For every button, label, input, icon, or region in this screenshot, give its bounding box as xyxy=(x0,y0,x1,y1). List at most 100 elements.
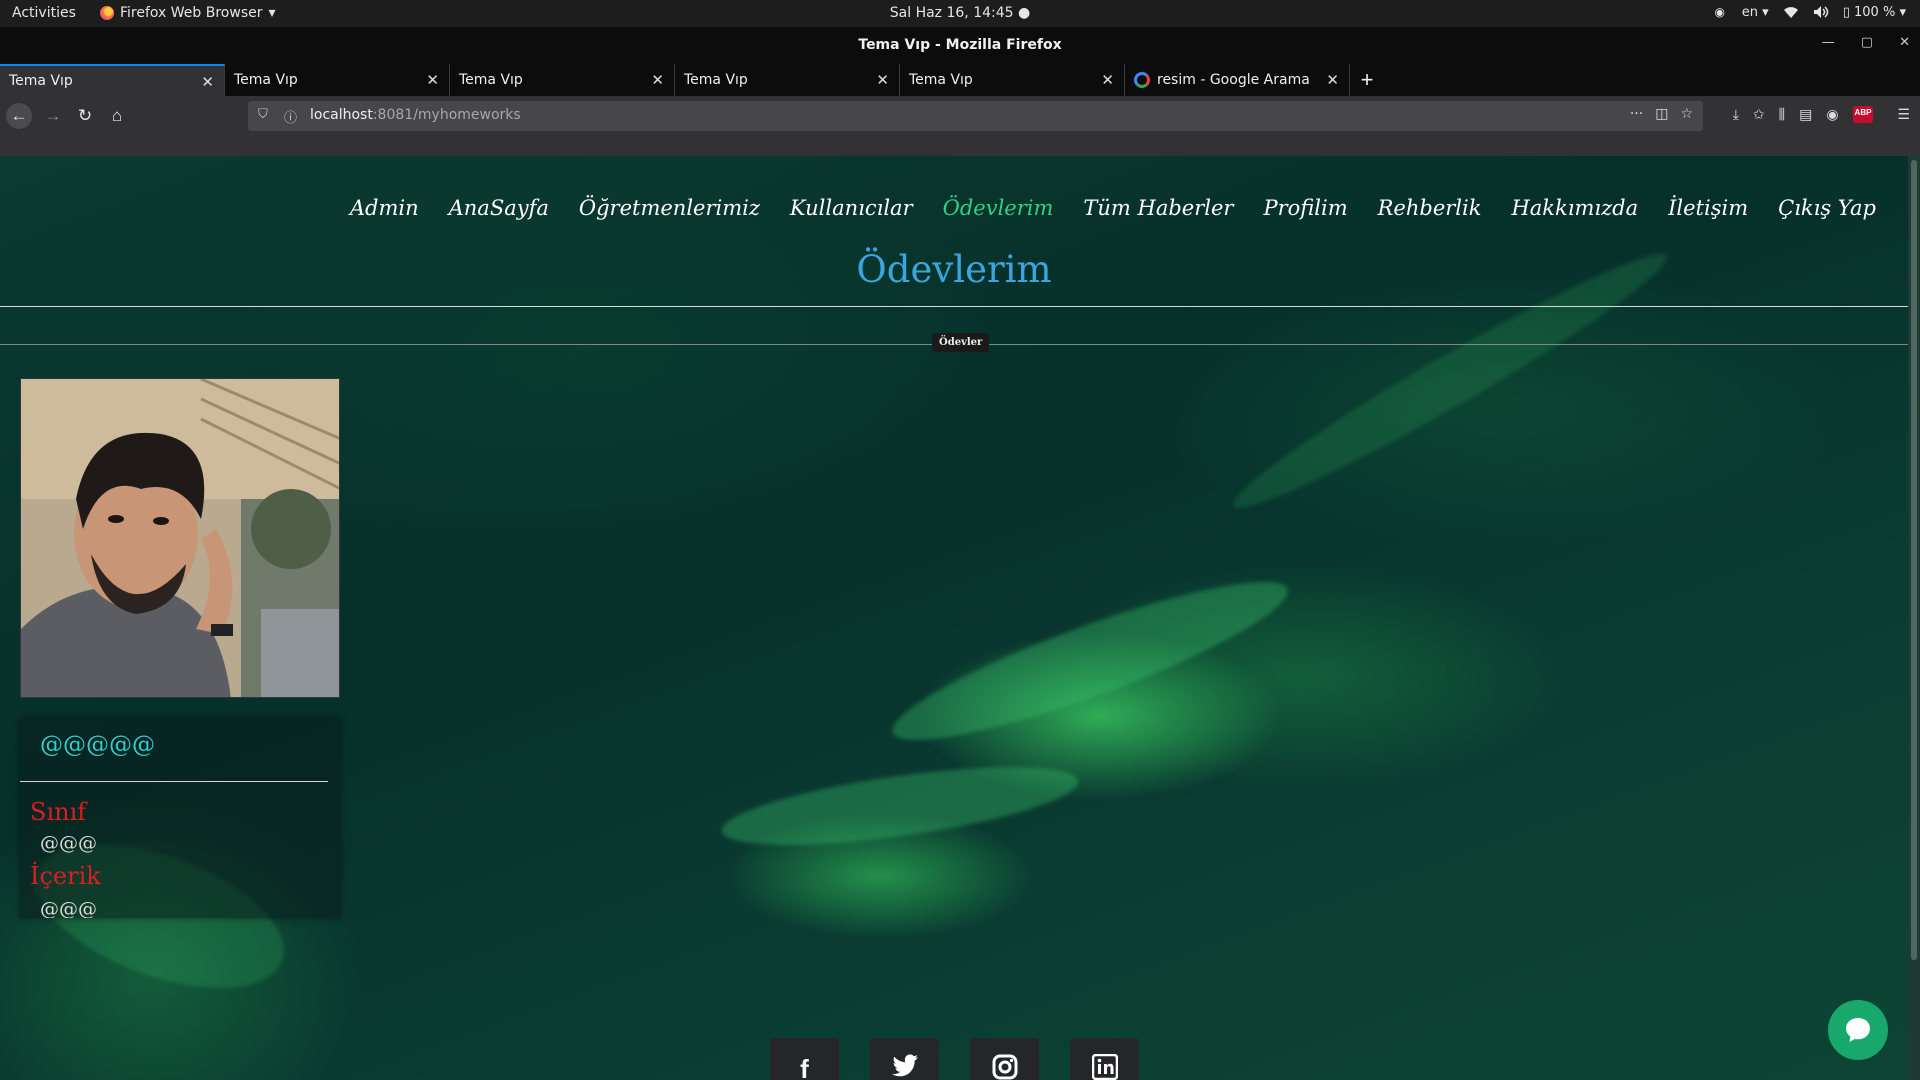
language-label: en xyxy=(1741,4,1759,20)
scrollbar-thumb[interactable] xyxy=(1911,160,1917,960)
web-page: Admin AnaSayfa Öğretmenlerimiz Kullanıcı… xyxy=(0,156,1920,1080)
more-actions-icon[interactable]: ··· xyxy=(1630,106,1643,122)
class-label: Sınıf xyxy=(30,798,87,826)
homework-card: @@@@@ Sınıf @@@ İçerik @@@ xyxy=(20,718,340,918)
nav-homeworks[interactable]: Ödevlerim xyxy=(943,196,1054,220)
navigation-toolbar: ← → ↻ ⌂ ⛉ ⓘ localhost:8081/myhomeworks ·… xyxy=(0,96,1920,136)
app-menu[interactable]: Firefox Web Browser ▾ xyxy=(100,5,276,21)
arrow-left-icon: ← xyxy=(10,106,28,125)
download-icon[interactable]: ⤓ xyxy=(1733,106,1739,123)
address-bar[interactable]: ⛉ ⓘ localhost:8081/myhomeworks ··· ◫ ☆ xyxy=(248,101,1703,131)
window-titlebar: Tema Vıp - Mozilla Firefox — ▢ ✕ xyxy=(0,27,1920,64)
url-host: localhost xyxy=(310,107,373,123)
class-value: @@@ xyxy=(40,832,97,854)
profile-photo xyxy=(20,378,340,698)
forward-button[interactable]: → xyxy=(40,103,66,129)
tab-title: resim - Google Arama xyxy=(1157,72,1310,88)
section-badge: Ödevler xyxy=(932,333,990,352)
menu-icon[interactable]: ☰ xyxy=(1897,106,1910,123)
google-icon xyxy=(1134,72,1150,88)
back-button[interactable]: ← xyxy=(6,103,32,129)
clock-label[interactable]: Sal Haz 16, 14:45 xyxy=(890,5,1014,21)
close-icon[interactable]: ✕ xyxy=(651,71,664,89)
tab-title: Tema Vıp xyxy=(9,73,73,89)
battery-label: 100 % xyxy=(1854,4,1896,20)
nav-guidance[interactable]: Rehberlik xyxy=(1378,196,1482,220)
close-icon[interactable]: ✕ xyxy=(426,71,439,89)
divider xyxy=(0,306,1908,307)
os-top-bar: Activities Firefox Web Browser ▾ Sal Haz… xyxy=(0,0,1920,27)
home-button[interactable]: ⌂ xyxy=(104,103,130,129)
url-path: :8081/myhomeworks xyxy=(372,107,521,123)
adblock-icon[interactable]: ABP xyxy=(1852,106,1874,123)
reload-button[interactable]: ↻ xyxy=(72,103,98,129)
nav-users[interactable]: Kullanıcılar xyxy=(790,196,913,220)
content-label: İçerik xyxy=(30,862,101,890)
app-menu-label: Firefox Web Browser xyxy=(120,5,263,21)
library-icon[interactable]: ⫼ xyxy=(1779,106,1785,123)
close-icon[interactable]: ✕ xyxy=(1326,71,1339,89)
browser-tab[interactable]: Tema Vıp ✕ xyxy=(900,64,1125,96)
arrow-right-icon: → xyxy=(44,106,62,125)
tab-title: Tema Vıp xyxy=(909,72,973,88)
tab-title: Tema Vıp xyxy=(684,72,748,88)
chat-button[interactable] xyxy=(1828,1000,1888,1060)
maximize-icon[interactable]: ▢ xyxy=(1861,35,1873,50)
browser-tab[interactable]: Tema Vıp ✕ xyxy=(0,64,225,96)
new-tab-button[interactable]: + xyxy=(1350,64,1384,96)
facebook-icon[interactable]: f xyxy=(770,1038,839,1080)
background-foliage xyxy=(880,556,1300,766)
nav-all-news[interactable]: Tüm Haberler xyxy=(1083,196,1233,220)
chat-bubble-icon xyxy=(1846,1018,1870,1042)
pocket-icon[interactable]: ◫ xyxy=(1655,106,1668,122)
browser-tab[interactable]: resim - Google Arama ✕ xyxy=(1125,64,1350,96)
background-foliage xyxy=(717,751,1083,861)
site-nav: Admin AnaSayfa Öğretmenlerimiz Kullanıcı… xyxy=(350,196,1876,220)
battery-indicator[interactable]: ▯ 100 % ▾ xyxy=(1843,5,1906,20)
social-links: f xyxy=(770,1038,1139,1080)
account-icon[interactable]: ◉ xyxy=(1826,106,1838,123)
nav-contact[interactable]: İletişim xyxy=(1668,196,1748,220)
nav-logout[interactable]: Çıkış Yap xyxy=(1778,196,1876,220)
volume-icon[interactable] xyxy=(1813,4,1829,20)
bookmark-star-icon[interactable]: ☆ xyxy=(1680,106,1693,122)
instagram-icon[interactable] xyxy=(970,1038,1039,1080)
nav-admin[interactable]: Admin xyxy=(350,196,419,220)
teacher-name: @@@@@ xyxy=(40,732,155,758)
plus-icon: + xyxy=(1360,67,1374,92)
language-indicator[interactable]: en ▾ xyxy=(1742,5,1769,20)
nav-profile[interactable]: Profilim xyxy=(1263,196,1347,220)
linkedin-icon[interactable] xyxy=(1070,1038,1139,1080)
window-controls: — ▢ ✕ xyxy=(1822,35,1910,50)
url-text[interactable]: localhost:8081/myhomeworks xyxy=(310,107,521,123)
sidebar-icon[interactable]: ▤ xyxy=(1799,106,1812,123)
nav-home[interactable]: AnaSayfa xyxy=(449,196,549,220)
firefox-icon xyxy=(100,6,114,20)
twitter-icon[interactable] xyxy=(870,1038,939,1080)
shield-icon[interactable]: ⛉ xyxy=(258,107,268,122)
minimize-icon[interactable]: — xyxy=(1822,35,1835,50)
content-value: @@@ xyxy=(40,898,97,918)
wifi-icon[interactable] xyxy=(1783,4,1799,20)
browser-tab[interactable]: Tema Vıp ✕ xyxy=(450,64,675,96)
system-tray: ◉ en ▾ ▯ 100 % ▾ xyxy=(1712,4,1906,20)
info-icon[interactable]: ⓘ xyxy=(284,107,297,126)
notification-dot-icon: ● xyxy=(1018,5,1031,21)
browser-tab[interactable]: Tema Vıp ✕ xyxy=(225,64,450,96)
nav-about[interactable]: Hakkımızda xyxy=(1511,196,1638,220)
tab-title: Tema Vıp xyxy=(459,72,523,88)
chevron-down-icon: ▾ xyxy=(268,5,276,21)
reading-list-icon[interactable]: ✩ xyxy=(1753,106,1765,123)
activities-button[interactable]: Activities xyxy=(12,5,76,21)
browser-tab[interactable]: Tema Vıp ✕ xyxy=(675,64,900,96)
close-icon[interactable]: ✕ xyxy=(1899,35,1910,50)
accessibility-icon[interactable]: ◉ xyxy=(1712,4,1728,20)
close-icon[interactable]: ✕ xyxy=(876,71,889,89)
nav-teachers[interactable]: Öğretmenlerimiz xyxy=(579,196,760,220)
close-icon[interactable]: ✕ xyxy=(201,73,214,91)
home-icon: ⌂ xyxy=(111,106,123,125)
close-icon[interactable]: ✕ xyxy=(1101,71,1114,89)
page-scrollbar[interactable] xyxy=(1908,156,1920,1080)
page-title: Ödevlerim xyxy=(856,248,1052,291)
address-bar-actions: ··· ◫ ☆ xyxy=(1630,106,1693,122)
